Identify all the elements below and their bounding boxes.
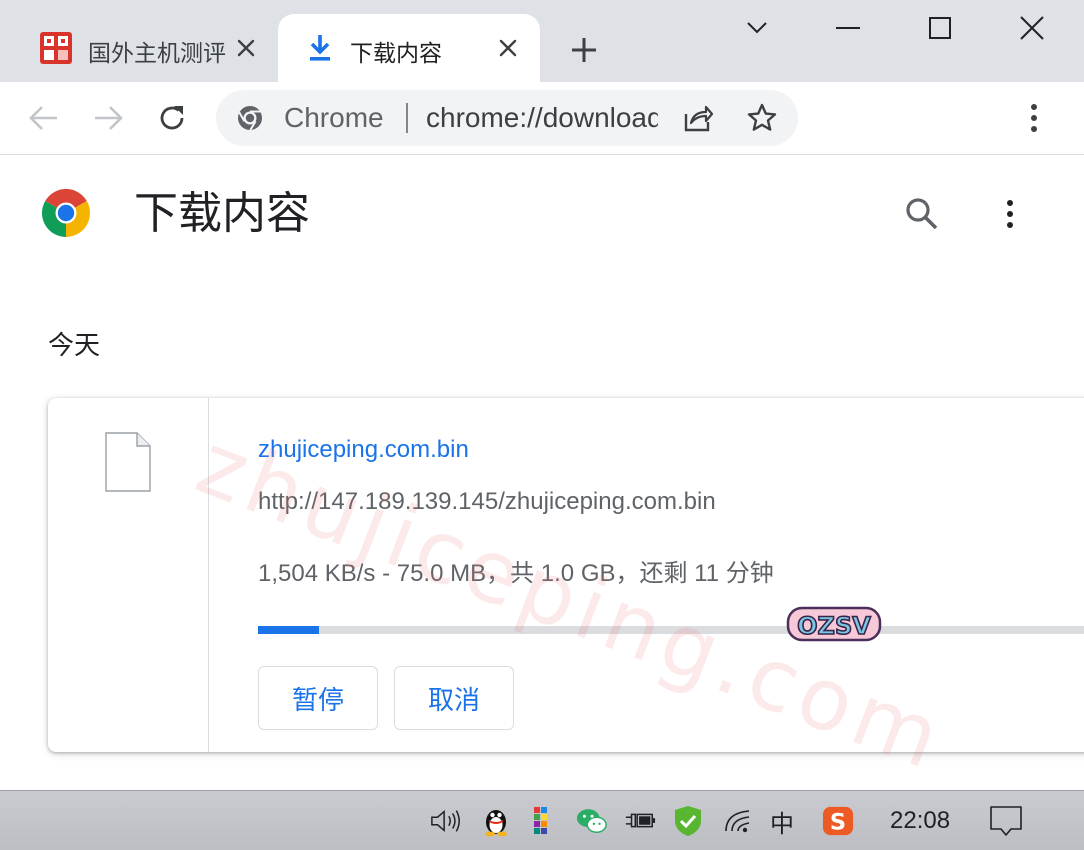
- more-vert-icon: [1007, 200, 1013, 228]
- bookmark-star-icon[interactable]: [746, 102, 778, 134]
- omnibox-chip: Chrome: [284, 102, 384, 133]
- color-grid-icon[interactable]: [528, 805, 560, 837]
- tab-strip: 国外主机测评 下载内容: [0, 0, 1084, 82]
- browser-menu-button[interactable]: [1016, 100, 1052, 136]
- reload-icon: [160, 106, 184, 130]
- omnibox[interactable]: Chrome chrome://downloads: [216, 90, 798, 146]
- date-header: 今天: [48, 330, 101, 360]
- omnibox-separator: [406, 103, 408, 133]
- wechat-icon[interactable]: [576, 805, 608, 837]
- ime-label: 中: [770, 810, 794, 838]
- close-tab-icon[interactable]: [232, 34, 260, 62]
- chrome-logo-icon: [42, 189, 90, 237]
- chevron-down-icon: [747, 22, 767, 34]
- power-icon[interactable]: [624, 805, 656, 837]
- sogou-icon[interactable]: S: [822, 805, 854, 837]
- site-favicon-icon: [40, 32, 72, 64]
- close-window-button[interactable]: [1012, 10, 1052, 46]
- shield-check-icon[interactable]: [672, 805, 704, 837]
- maximize-icon: [929, 17, 951, 39]
- search-icon: [906, 198, 938, 230]
- plus-icon: [572, 38, 596, 62]
- minimize-button[interactable]: [828, 10, 868, 46]
- file-icon-column: [48, 398, 209, 752]
- downloads-page: 下载内容 今天 zhujiceping.com.bin http://147.1…: [0, 156, 1084, 790]
- toolbar: Chrome chrome://downloads: [0, 82, 1084, 155]
- more-vert-icon: [1031, 104, 1037, 132]
- reload-button[interactable]: [154, 100, 190, 136]
- wifi-icon[interactable]: [722, 805, 754, 837]
- tab-title: 下载内容: [350, 40, 442, 66]
- page-more-button[interactable]: [992, 194, 1028, 234]
- arrow-left-icon: [29, 106, 57, 130]
- maximize-button[interactable]: [920, 10, 960, 46]
- notification-icon[interactable]: [988, 805, 1024, 837]
- taskbar: 中 S 22:08: [0, 790, 1084, 850]
- arrow-right-icon: [95, 106, 123, 130]
- download-icon: [310, 35, 330, 61]
- chrome-icon: [238, 106, 262, 131]
- file-icon: [105, 432, 151, 492]
- forward-button[interactable]: [90, 100, 126, 136]
- sogou-label: S: [830, 809, 846, 835]
- tab-zhujiceping[interactable]: 国外主机测评: [20, 14, 274, 82]
- back-button[interactable]: [26, 100, 62, 136]
- pause-button[interactable]: 暂停: [258, 666, 378, 730]
- speaker-icon[interactable]: [430, 805, 462, 837]
- sticker-text: OZSV: [797, 612, 871, 640]
- tab-search-button[interactable]: [737, 10, 777, 46]
- ozsv-sticker: OZSV: [786, 606, 882, 642]
- ime-icon[interactable]: 中: [766, 805, 798, 838]
- tab-downloads[interactable]: 下载内容: [278, 14, 540, 82]
- new-tab-button[interactable]: [566, 32, 602, 68]
- page-title: 下载内容: [134, 189, 310, 238]
- close-icon: [1020, 16, 1044, 40]
- minimize-icon: [836, 27, 860, 29]
- search-downloads-button[interactable]: [902, 194, 942, 234]
- qq-icon[interactable]: [480, 805, 512, 837]
- progress-fill: [258, 626, 319, 634]
- close-tab-icon[interactable]: [494, 34, 522, 62]
- cancel-button[interactable]: 取消: [394, 666, 514, 730]
- share-icon[interactable]: [682, 102, 714, 134]
- tab-title: 国外主机测评: [88, 40, 226, 66]
- taskbar-clock[interactable]: 22:08: [890, 807, 950, 835]
- omnibox-url[interactable]: chrome://downloads: [426, 104, 658, 132]
